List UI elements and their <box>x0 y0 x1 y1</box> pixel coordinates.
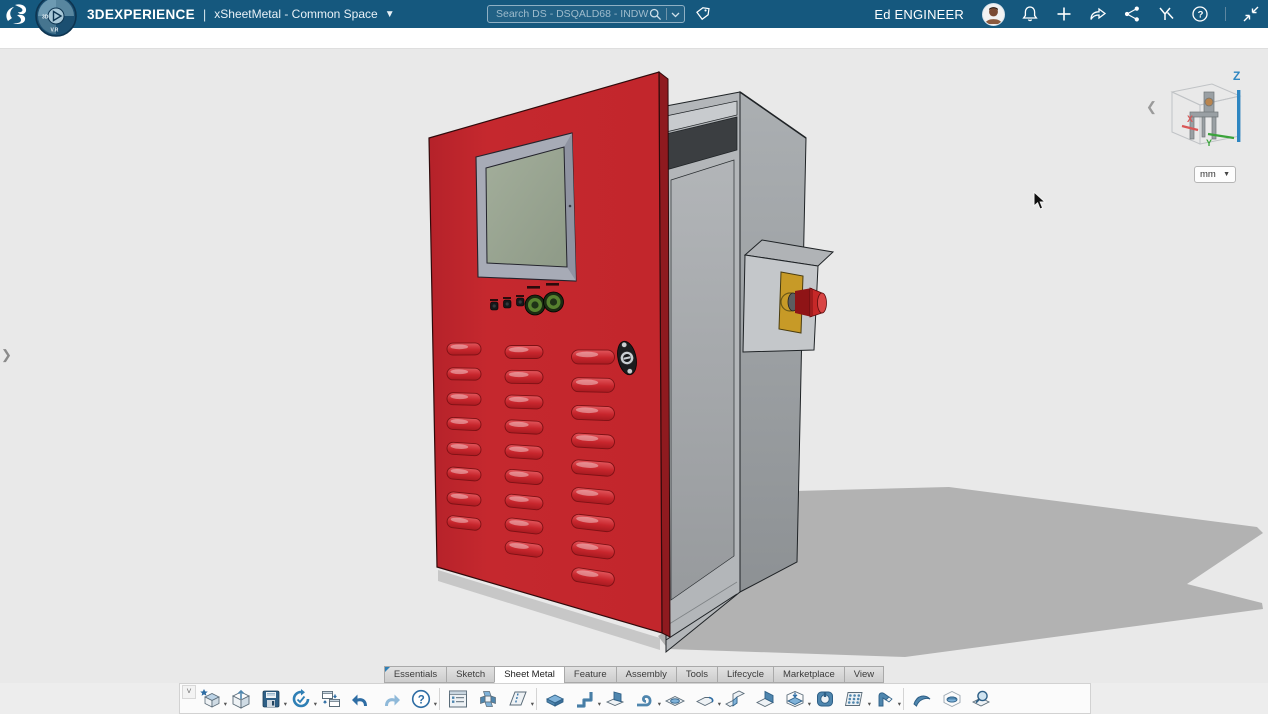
toolbar-separator <box>536 688 537 710</box>
toolbar-separator <box>439 688 440 710</box>
search-icon[interactable] <box>649 8 662 21</box>
search-feature-button[interactable] <box>967 685 997 712</box>
tab-assembly[interactable]: Assembly <box>616 666 676 683</box>
fold-unfold-button[interactable] <box>750 685 780 712</box>
recess-stamp-button[interactable] <box>660 685 690 712</box>
compass-3d-label: 3D <box>42 15 49 21</box>
workspace-title[interactable]: xSheetMetal - Common Space <box>214 7 377 21</box>
tab-tools[interactable]: Tools <box>676 666 717 683</box>
axis-x-label: X <box>1187 114 1193 124</box>
convert-to-sheet-metal-button[interactable]: ▾ <box>780 685 810 712</box>
collapse-window-icon[interactable] <box>1242 5 1260 23</box>
app-title: 3DEXPERIENCE | xSheetMetal - Common Spac… <box>87 7 395 22</box>
cube-model-thumbnail <box>1190 92 1218 139</box>
brand-3d: 3D <box>87 7 105 22</box>
flat-tab-button[interactable] <box>540 685 570 712</box>
3dexperience-compass[interactable]: 3D V.R <box>34 0 78 39</box>
add-icon[interactable] <box>1055 5 1073 23</box>
pattern-button[interactable]: ▾ <box>840 685 870 712</box>
search-divider <box>666 8 667 20</box>
corner-round-button[interactable]: ▾ <box>690 685 720 712</box>
user-name[interactable]: Ed ENGINEER <box>874 7 964 22</box>
top-bar: 3D V.R 3DEXPERIENCE | xSheetMetal - Comm… <box>0 0 1268 28</box>
tab-sheet-metal[interactable]: Sheet Metal <box>494 666 564 683</box>
application-window: X Y Z ❮ mm ▼ ❯ 3D V.R <box>0 0 1268 714</box>
surface-button[interactable] <box>907 685 937 712</box>
action-bar-tabs: Essentials Sketch Sheet Metal Feature As… <box>0 666 1268 683</box>
toolbar-collapse-chevron-icon[interactable]: ˅ <box>182 685 196 699</box>
dassault-3ds-logo[interactable] <box>5 2 31 26</box>
corner-relief-button[interactable]: ▾ <box>870 685 900 712</box>
search-bar[interactable] <box>487 5 685 23</box>
flange-button[interactable]: ▾ <box>570 685 600 712</box>
compass-vr-label: V.R <box>51 28 59 34</box>
modified-indicator <box>385 667 390 672</box>
units-dropdown[interactable]: mm ▼ <box>1194 166 1236 183</box>
notifications-bell-icon[interactable] <box>1021 5 1039 23</box>
brand-experience: EXPERIENCE <box>105 7 195 22</box>
mouse-cursor <box>1033 191 1047 211</box>
circular-stamp-button[interactable] <box>810 685 840 712</box>
left-panel-expander-icon[interactable]: ❯ <box>1 347 15 367</box>
units-value: mm <box>1200 169 1216 180</box>
dropdown-arrow-icon: ▾ <box>898 700 901 708</box>
view-cube-widget[interactable]: X Y Z <box>1160 62 1260 158</box>
tag-icon[interactable] <box>695 5 711 23</box>
tab-feature[interactable]: Feature <box>564 666 616 683</box>
open-button[interactable] <box>226 685 256 712</box>
workspace-chevron-down-icon[interactable]: ▼ <box>385 9 395 20</box>
tab-sketch[interactable]: Sketch <box>446 666 494 683</box>
cabinet-body <box>666 92 806 652</box>
redo-button[interactable] <box>376 685 406 712</box>
forward-share-icon[interactable] <box>1089 5 1107 23</box>
dropdown-arrow-icon: ▼ <box>1223 171 1230 178</box>
viewcube-collapse-chevron-icon[interactable]: ❮ <box>1146 99 1160 117</box>
tab-lifecycle[interactable]: Lifecycle <box>717 666 773 683</box>
save-button[interactable]: ▾ <box>256 685 286 712</box>
viewport-3d[interactable] <box>0 0 1268 714</box>
emergency-stop-assembly <box>743 240 833 352</box>
axis-y-label: Y <box>1206 138 1212 148</box>
wall-button[interactable]: ▾ <box>503 685 533 712</box>
svg-text:?: ? <box>418 694 425 706</box>
cabinet-door <box>429 72 670 637</box>
unfold-preview-button[interactable] <box>473 685 503 712</box>
topbar-divider <box>1225 7 1226 21</box>
shape-pocket-button[interactable] <box>937 685 967 712</box>
dropdown-arrow-icon: ▾ <box>434 700 437 708</box>
share-network-icon[interactable] <box>1123 5 1141 23</box>
search-input[interactable] <box>496 8 649 20</box>
help-button[interactable]: ? ▾ <box>406 685 436 712</box>
new-part-button[interactable]: ▾ <box>196 685 226 712</box>
bend-button[interactable] <box>720 685 750 712</box>
swap-references-button[interactable] <box>316 685 346 712</box>
undo-button[interactable] <box>346 685 376 712</box>
dropdown-arrow-icon: ▾ <box>531 700 534 708</box>
update-refresh-button[interactable]: ▾ <box>286 685 316 712</box>
search-options-chevron-icon[interactable] <box>671 10 680 19</box>
svg-text:?: ? <box>1198 9 1204 20</box>
user-avatar[interactable] <box>982 3 1005 26</box>
tab-view[interactable]: View <box>844 666 884 683</box>
toolbar-separator <box>903 688 904 710</box>
wall-on-edge-button[interactable] <box>600 685 630 712</box>
title-divider: | <box>203 7 206 22</box>
axis-z-label: Z <box>1233 69 1240 83</box>
action-bar-toolbar: ˅ ▾ ▾ ▾ ? ▾ <box>179 683 1091 714</box>
tab-marketplace[interactable]: Marketplace <box>773 666 844 683</box>
hmi-screen <box>476 133 576 281</box>
sheet-metal-parameters-button[interactable] <box>443 685 473 712</box>
swym-icon[interactable] <box>1157 5 1175 23</box>
help-icon[interactable]: ? <box>1191 5 1209 23</box>
hem-button[interactable]: ▾ <box>630 685 660 712</box>
tab-essentials[interactable]: Essentials <box>384 666 446 683</box>
